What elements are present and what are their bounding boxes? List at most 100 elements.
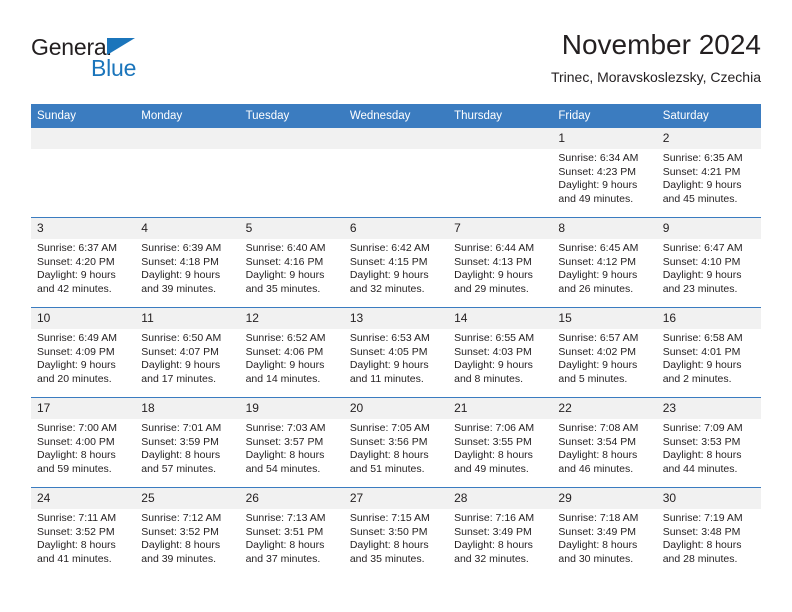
sunset-time: Sunset: 3:49 PM	[558, 525, 637, 538]
day-number: 6	[343, 218, 449, 239]
calendar-day-cell[interactable]: 24 Sunrise: 7:11 AM Sunset: 3:52 PM Dayligh…	[31, 487, 136, 577]
calendar-day-cell[interactable]: 19 Sunrise: 7:03 AM Sunset: 3:57 PM Dayligh…	[239, 397, 344, 488]
sunrise-time: Sunrise: 6:42 AM	[349, 242, 430, 254]
sunrise-time: Sunrise: 7:00 AM	[37, 422, 117, 434]
sunrise-time: Sunrise: 6:37 AM	[37, 242, 117, 254]
sunrise-time: Sunrise: 7:11 AM	[37, 512, 117, 524]
calendar-day-cell[interactable]: 30 Sunrise: 7:19 AM Sunset: 3:48 PM Dayligh…	[656, 487, 761, 577]
calendar-day-cell[interactable]: 20 Sunrise: 7:05 AM Sunset: 3:56 PM Dayligh…	[343, 397, 449, 488]
daylight-duration-line2: and 8 minutes.	[454, 372, 524, 385]
sunrise-time: Sunrise: 6:49 AM	[37, 332, 117, 344]
sunset-time: Sunset: 3:56 PM	[349, 435, 428, 448]
calendar-day-cell[interactable]: 13 Sunrise: 6:53 AM Sunset: 4:05 PM Dayligh…	[343, 307, 449, 398]
calendar-day-cell[interactable]: 17 Sunrise: 7:00 AM Sunset: 4:00 PM Dayligh…	[31, 397, 136, 488]
sunrise-time: Sunrise: 7:16 AM	[454, 512, 535, 524]
calendar-day-cell[interactable]: 10 Sunrise: 6:49 AM Sunset: 4:09 PM Dayligh…	[31, 307, 136, 398]
day-details: Sunrise: 7:01 AM Sunset: 3:59 PM Daylight:…	[135, 419, 239, 476]
sunset-time: Sunset: 3:50 PM	[349, 525, 428, 538]
daylight-duration-line2: and 5 minutes.	[558, 372, 628, 385]
day-number	[31, 128, 136, 149]
day-number: 27	[343, 488, 449, 509]
daylight-duration-line2: and 28 minutes.	[662, 552, 738, 565]
daylight-duration-line1: Daylight: 9 hours	[454, 359, 533, 372]
blue-triangle-flag-icon	[107, 38, 135, 55]
daylight-duration-line2: and 29 minutes.	[454, 282, 529, 295]
day-number: 16	[656, 308, 761, 329]
calendar-day-cell[interactable]: 6 Sunrise: 6:42 AM Sunset: 4:15 PM Daylight…	[343, 217, 449, 308]
daylight-duration-line1: Daylight: 8 hours	[37, 449, 116, 462]
day-details: Sunrise: 6:50 AM Sunset: 4:07 PM Daylight:…	[135, 329, 239, 386]
sunrise-time: Sunrise: 6:39 AM	[141, 242, 222, 254]
calendar-day-cell[interactable]: 11 Sunrise: 6:50 AM Sunset: 4:07 PM Dayligh…	[135, 307, 240, 398]
sunset-time: Sunset: 4:10 PM	[662, 255, 741, 268]
day-number: 24	[31, 488, 136, 509]
day-number: 2	[656, 128, 761, 149]
sunset-time: Sunset: 4:01 PM	[662, 345, 741, 358]
sunrise-time: Sunrise: 6:45 AM	[558, 242, 639, 254]
calendar-day-cell[interactable]: 15 Sunrise: 6:57 AM Sunset: 4:02 PM Dayligh…	[552, 307, 657, 398]
daylight-duration-line1: Daylight: 9 hours	[662, 359, 742, 372]
brand-logo[interactable]: General Blue	[31, 34, 281, 92]
sunset-time: Sunset: 4:02 PM	[558, 345, 637, 358]
sunset-time: Sunset: 4:06 PM	[245, 345, 324, 358]
sunrise-time: Sunrise: 7:01 AM	[141, 422, 222, 434]
day-number: 18	[135, 398, 240, 419]
calendar-day-cell[interactable]: 29 Sunrise: 7:18 AM Sunset: 3:49 PM Dayligh…	[552, 487, 657, 577]
daylight-duration-line1: Daylight: 9 hours	[141, 359, 221, 372]
calendar-day-cell[interactable]: 23 Sunrise: 7:09 AM Sunset: 3:53 PM Dayligh…	[656, 397, 761, 488]
calendar-day-cell[interactable]: 5 Sunrise: 6:40 AM Sunset: 4:16 PM Daylight…	[239, 217, 344, 308]
sunset-time: Sunset: 3:51 PM	[245, 525, 324, 538]
daylight-duration-line2: and 32 minutes.	[454, 552, 529, 565]
daylight-duration-line1: Daylight: 9 hours	[349, 359, 429, 372]
daylight-duration-line1: Daylight: 8 hours	[454, 539, 533, 552]
calendar-day-cell[interactable]: 14 Sunrise: 6:55 AM Sunset: 4:03 PM Dayligh…	[448, 307, 553, 398]
calendar-day-cell[interactable]: 3 Sunrise: 6:37 AM Sunset: 4:20 PM Daylight…	[31, 217, 136, 308]
day-number: 3	[31, 218, 136, 239]
calendar-day-cell[interactable]: 25 Sunrise: 7:12 AM Sunset: 3:52 PM Dayligh…	[135, 487, 240, 577]
daylight-duration-line2: and 59 minutes.	[37, 462, 112, 475]
sunrise-time: Sunrise: 6:50 AM	[141, 332, 222, 344]
daylight-duration-line1: Daylight: 8 hours	[662, 449, 742, 462]
page-header: General Blue November 2024 Trinec, Morav…	[31, 28, 761, 100]
day-details: Sunrise: 7:09 AM Sunset: 3:53 PM Daylight:…	[657, 419, 761, 476]
calendar-day-cell[interactable]: 8 Sunrise: 6:45 AM Sunset: 4:12 PM Daylight…	[552, 217, 657, 308]
day-details: Sunrise: 7:19 AM Sunset: 3:48 PM Daylight:…	[657, 509, 761, 566]
day-number: 10	[31, 308, 136, 329]
daylight-duration-line1: Daylight: 8 hours	[662, 539, 742, 552]
sunset-time: Sunset: 3:59 PM	[141, 435, 219, 448]
daylight-duration-line1: Daylight: 8 hours	[349, 539, 429, 552]
calendar-cell-empty	[31, 128, 136, 218]
sunrise-time: Sunrise: 6:52 AM	[245, 332, 326, 344]
calendar-day-cell[interactable]: 21 Sunrise: 7:06 AM Sunset: 3:55 PM Dayligh…	[448, 397, 553, 488]
calendar-body: 1 Sunrise: 6:34 AM Sunset: 4:23 PM Daylight…	[31, 128, 761, 577]
calendar-day-cell[interactable]: 12 Sunrise: 6:52 AM Sunset: 4:06 PM Dayligh…	[239, 307, 344, 398]
day-number: 19	[239, 398, 344, 419]
brand-name-blue: Blue	[91, 55, 137, 81]
calendar-day-cell[interactable]: 4 Sunrise: 6:39 AM Sunset: 4:18 PM Daylight…	[135, 217, 240, 308]
sunset-time: Sunset: 4:16 PM	[245, 255, 324, 268]
calendar-day-cell[interactable]: 27 Sunrise: 7:15 AM Sunset: 3:50 PM Dayligh…	[343, 487, 449, 577]
day-number: 29	[552, 488, 657, 509]
calendar-day-cell[interactable]: 7 Sunrise: 6:44 AM Sunset: 4:13 PM Daylight…	[448, 217, 553, 308]
calendar-day-cell[interactable]: 2 Sunrise: 6:35 AM Sunset: 4:21 PM Daylight…	[656, 128, 761, 218]
calendar-day-cell[interactable]: 22 Sunrise: 7:08 AM Sunset: 3:54 PM Dayligh…	[552, 397, 657, 488]
calendar-day-cell[interactable]: 26 Sunrise: 7:13 AM Sunset: 3:51 PM Dayligh…	[239, 487, 344, 577]
calendar-day-cell[interactable]: 28 Sunrise: 7:16 AM Sunset: 3:49 PM Dayligh…	[448, 487, 553, 577]
day-number: 8	[552, 218, 657, 239]
daylight-duration-line2: and 37 minutes.	[245, 552, 321, 565]
calendar-day-cell[interactable]: 9 Sunrise: 6:47 AM Sunset: 4:10 PM Daylight…	[656, 217, 761, 308]
daylight-duration-line2: and 23 minutes.	[662, 282, 738, 295]
sunrise-time: Sunrise: 7:18 AM	[558, 512, 639, 524]
calendar-week-row: 3 Sunrise: 6:37 AM Sunset: 4:20 PM Daylight…	[31, 217, 761, 308]
sunrise-time: Sunrise: 7:09 AM	[662, 422, 743, 434]
calendar-day-cell[interactable]: 1 Sunrise: 6:34 AM Sunset: 4:23 PM Daylight…	[552, 128, 657, 218]
day-details: Sunrise: 6:40 AM Sunset: 4:16 PM Daylight:…	[240, 239, 344, 296]
page-subtitle: Trinec, Moravskoslezsky, Czechia	[550, 69, 761, 85]
day-number: 12	[239, 308, 344, 329]
day-number: 30	[656, 488, 761, 509]
calendar-day-cell[interactable]: 18 Sunrise: 7:01 AM Sunset: 3:59 PM Dayligh…	[135, 397, 240, 488]
calendar-week-row: 24 Sunrise: 7:11 AM Sunset: 3:52 PM Dayligh…	[31, 487, 761, 577]
sunrise-time: Sunrise: 6:40 AM	[245, 242, 326, 254]
daylight-duration-line2: and 51 minutes.	[349, 462, 425, 475]
calendar-day-cell[interactable]: 16 Sunrise: 6:58 AM Sunset: 4:01 PM Dayligh…	[656, 307, 761, 398]
